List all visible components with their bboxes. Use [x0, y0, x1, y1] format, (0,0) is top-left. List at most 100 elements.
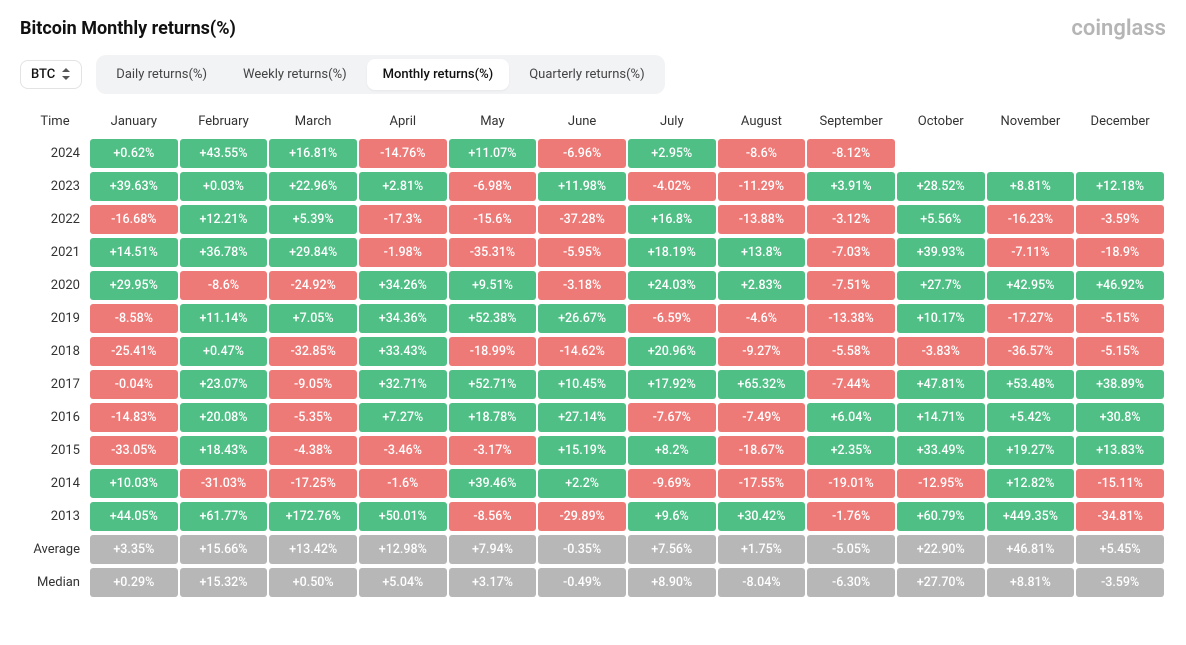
row-label: 2022	[22, 205, 88, 234]
coin-select[interactable]: BTC	[20, 60, 82, 89]
return-cell: +0.62%	[90, 139, 178, 168]
return-cell: -14.76%	[359, 139, 447, 168]
row-label: 2018	[22, 337, 88, 366]
return-cell: -36.57%	[987, 337, 1075, 366]
page-title: Bitcoin Monthly returns(%)	[20, 18, 236, 39]
tab-monthly-returns[interactable]: Monthly returns(%)	[367, 59, 510, 90]
return-cell: +18.78%	[449, 403, 537, 432]
return-cell: +60.79%	[897, 502, 985, 531]
return-cell: +2.95%	[628, 139, 716, 168]
return-cell: +20.96%	[628, 337, 716, 366]
return-cell: +7.05%	[269, 304, 357, 333]
return-cell: -18.9%	[1076, 238, 1164, 267]
return-cell: -18.99%	[449, 337, 537, 366]
return-cell: +44.05%	[90, 502, 178, 531]
return-cell: -0.49%	[538, 568, 626, 597]
column-header: May	[449, 108, 537, 135]
return-cell: -11.29%	[718, 172, 806, 201]
row-label: 2020	[22, 271, 88, 300]
column-header: June	[538, 108, 626, 135]
return-cell: +53.48%	[987, 370, 1075, 399]
return-cell: +43.55%	[180, 139, 268, 168]
return-cell: -1.98%	[359, 238, 447, 267]
return-cell: +24.03%	[628, 271, 716, 300]
return-cell: +22.90%	[897, 535, 985, 564]
return-cell: -18.67%	[718, 436, 806, 465]
return-cell: +15.19%	[538, 436, 626, 465]
return-cell: -0.35%	[538, 535, 626, 564]
return-cell: -3.83%	[897, 337, 985, 366]
return-cell: +65.32%	[718, 370, 806, 399]
return-cell: +52.38%	[449, 304, 537, 333]
row-label: 2017	[22, 370, 88, 399]
column-header: February	[180, 108, 268, 135]
table-row: 2024+0.62%+43.55%+16.81%-14.76%+11.07%-6…	[22, 139, 1164, 168]
return-cell: -17.3%	[359, 205, 447, 234]
return-cell: -13.88%	[718, 205, 806, 234]
return-cell: -8.6%	[718, 139, 806, 168]
return-cell: +16.81%	[269, 139, 357, 168]
return-cell: -3.17%	[449, 436, 537, 465]
return-cell: +2.35%	[807, 436, 895, 465]
row-label: 2019	[22, 304, 88, 333]
tab-quarterly-returns[interactable]: Quarterly returns(%)	[513, 59, 660, 90]
return-cell: +27.7%	[897, 271, 985, 300]
return-cell: +38.89%	[1076, 370, 1164, 399]
return-cell: +15.66%	[180, 535, 268, 564]
return-cell: -7.51%	[807, 271, 895, 300]
return-cell: +19.27%	[987, 436, 1075, 465]
return-cell: -33.05%	[90, 436, 178, 465]
return-cell: +2.81%	[359, 172, 447, 201]
return-cell: +5.56%	[897, 205, 985, 234]
row-label: 2016	[22, 403, 88, 432]
return-cell: +449.35%	[987, 502, 1075, 531]
return-cell: +7.56%	[628, 535, 716, 564]
return-cell: -17.55%	[718, 469, 806, 498]
return-cell: +9.6%	[628, 502, 716, 531]
table-row: 2013+44.05%+61.77%+172.76%+50.01%-8.56%-…	[22, 502, 1164, 531]
tab-daily-returns[interactable]: Daily returns(%)	[100, 59, 223, 90]
return-cell: -4.38%	[269, 436, 357, 465]
return-cell: +172.76%	[269, 502, 357, 531]
return-cell: -14.62%	[538, 337, 626, 366]
return-cell: +36.78%	[180, 238, 268, 267]
column-header: October	[897, 108, 985, 135]
return-cell: +39.63%	[90, 172, 178, 201]
return-cell: +1.75%	[718, 535, 806, 564]
return-cell: -0.04%	[90, 370, 178, 399]
column-header: November	[987, 108, 1075, 135]
column-header: August	[718, 108, 806, 135]
return-cell: -15.11%	[1076, 469, 1164, 498]
return-cell: -5.15%	[1076, 337, 1164, 366]
chevron-updown-icon	[61, 68, 71, 82]
return-cell: +5.39%	[269, 205, 357, 234]
tab-weekly-returns[interactable]: Weekly returns(%)	[227, 59, 363, 90]
return-cell: +2.2%	[538, 469, 626, 498]
return-cell: +42.95%	[987, 271, 1075, 300]
return-cell: +13.83%	[1076, 436, 1164, 465]
column-header: March	[269, 108, 357, 135]
return-cell: +12.21%	[180, 205, 268, 234]
return-cell: +14.51%	[90, 238, 178, 267]
return-cell: -1.6%	[359, 469, 447, 498]
return-cell: -6.96%	[538, 139, 626, 168]
return-cell: +0.50%	[269, 568, 357, 597]
return-cell: -14.83%	[90, 403, 178, 432]
returns-table: TimeJanuaryFebruaryMarchAprilMayJuneJuly…	[20, 104, 1166, 601]
return-cell: +10.45%	[538, 370, 626, 399]
coin-select-value: BTC	[31, 67, 55, 82]
return-cell: -7.11%	[987, 238, 1075, 267]
return-cell: -7.67%	[628, 403, 716, 432]
return-cell: -16.68%	[90, 205, 178, 234]
return-cell: +11.07%	[449, 139, 537, 168]
returns-tabs: Daily returns(%)Weekly returns(%)Monthly…	[96, 55, 664, 94]
return-cell: -7.44%	[807, 370, 895, 399]
return-cell: +29.84%	[269, 238, 357, 267]
return-cell: +7.94%	[449, 535, 537, 564]
row-label: Median	[22, 568, 88, 597]
return-cell: +46.81%	[987, 535, 1075, 564]
row-label: 2021	[22, 238, 88, 267]
column-header: Time	[22, 108, 88, 135]
return-cell: -17.27%	[987, 304, 1075, 333]
return-cell: +5.04%	[359, 568, 447, 597]
